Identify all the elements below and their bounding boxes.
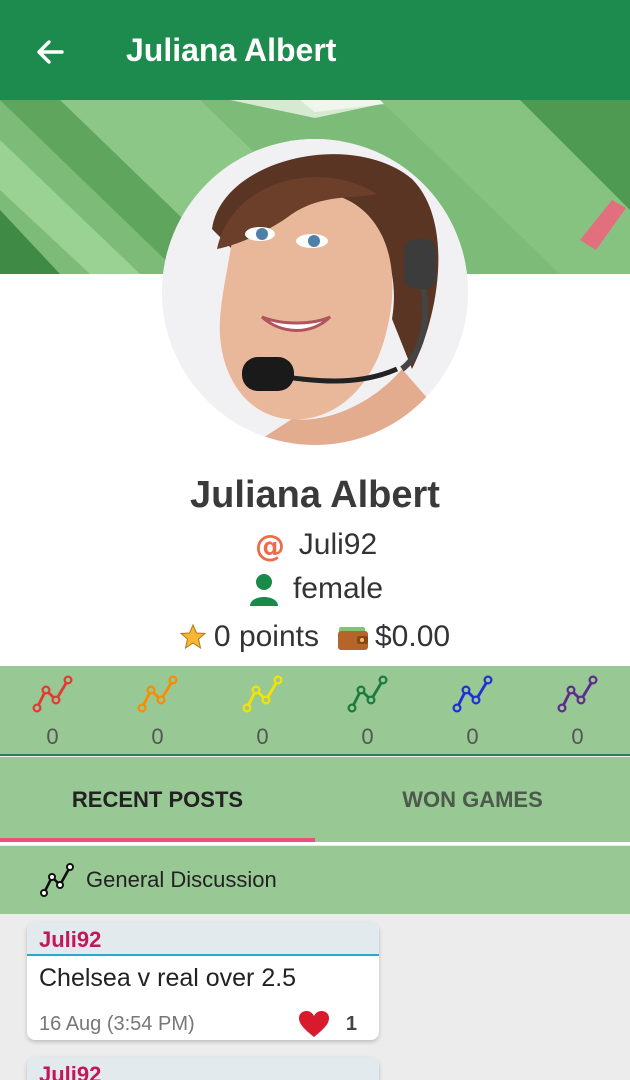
- app-bar: Juliana Albert: [0, 0, 630, 100]
- level-item[interactable]: 0: [0, 666, 105, 754]
- level-item[interactable]: 0: [525, 666, 630, 754]
- username: Juli92: [298, 528, 378, 561]
- profile-name: Juliana Albert: [190, 474, 440, 516]
- levels-strip: 0 0 0 0 0 0: [0, 666, 630, 756]
- trend-icon: [556, 675, 597, 713]
- level-item[interactable]: 0: [210, 666, 315, 754]
- wallet-icon: [337, 623, 369, 651]
- post-date: 16 Aug (3:54 PM): [39, 1012, 195, 1035]
- tab-won-games[interactable]: WON GAMES: [315, 757, 630, 842]
- level-item[interactable]: 0: [315, 666, 420, 754]
- post-meta: 16 Aug (3:54 PM) 1: [27, 1004, 379, 1040]
- level-count: 0: [466, 724, 479, 749]
- post-author[interactable]: Juli92: [27, 922, 379, 956]
- level-count: 0: [361, 724, 374, 749]
- arrow-left-icon: [37, 40, 64, 64]
- post-card[interactable]: Juli92: [27, 1057, 379, 1080]
- level-count: 0: [46, 724, 59, 749]
- post-author[interactable]: Juli92: [27, 1057, 379, 1080]
- category-header[interactable]: General Discussion: [0, 846, 630, 914]
- star-icon: [179, 624, 206, 650]
- tab-recent-posts[interactable]: RECENT POSTS: [0, 757, 315, 842]
- level-count: 0: [571, 724, 584, 749]
- level-count: 0: [256, 724, 269, 749]
- trend-icon: [451, 675, 492, 713]
- svg-text:@: @: [255, 529, 285, 562]
- person-icon: [247, 572, 281, 606]
- trend-icon: [241, 675, 282, 713]
- username-row: @ Juli92: [0, 528, 630, 562]
- trend-icon: [346, 675, 387, 713]
- level-item[interactable]: 0: [420, 666, 525, 754]
- tab-bar: RECENT POSTS WON GAMES: [0, 757, 630, 845]
- gender-row: female: [0, 572, 630, 606]
- heart-icon[interactable]: [298, 1010, 330, 1038]
- level-item[interactable]: 0: [105, 666, 210, 754]
- avatar: [162, 139, 468, 445]
- level-count: 0: [151, 724, 164, 749]
- at-icon: @: [253, 528, 287, 562]
- back-button[interactable]: [30, 32, 70, 72]
- trend-icon: [136, 675, 177, 713]
- points: 0 points: [213, 620, 319, 653]
- category-label: General Discussion: [86, 867, 277, 892]
- balance: $0.00: [375, 620, 451, 653]
- post-text: Chelsea v real over 2.5: [39, 964, 297, 992]
- stats-row: 0 points $0.00: [0, 620, 630, 654]
- gender: female: [292, 572, 384, 605]
- trend-icon: [40, 863, 76, 897]
- page-title: Juliana Albert: [126, 31, 337, 68]
- trend-icon: [31, 675, 72, 713]
- post-card[interactable]: Juli92 Chelsea v real over 2.5 16 Aug (3…: [27, 922, 379, 1040]
- like-count: 1: [345, 1012, 357, 1035]
